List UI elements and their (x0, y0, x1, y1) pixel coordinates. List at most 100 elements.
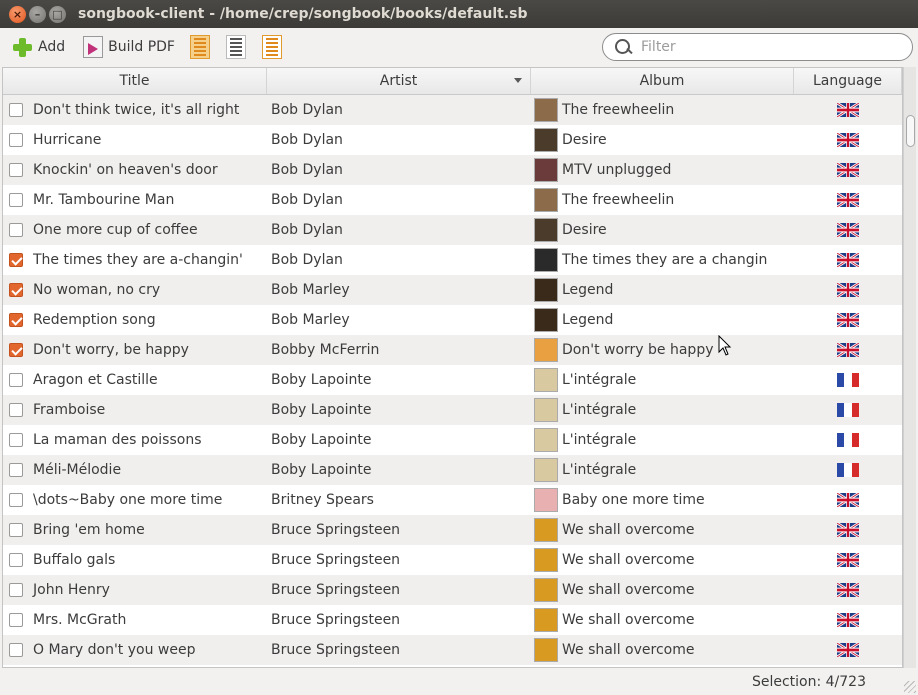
title-cell: One more cup of coffee (3, 215, 267, 245)
table-row[interactable]: Mrs. McGrath Bruce Springsteen We shall … (3, 605, 902, 635)
check-all-icon[interactable] (189, 35, 210, 59)
scrollbar-thumb[interactable] (906, 115, 915, 147)
artist-cell (267, 665, 531, 667)
album-name: L'intégrale (562, 372, 637, 388)
table-row[interactable]: John Henry Bruce Springsteen We shall ov… (3, 575, 902, 605)
table-row[interactable]: Mr. Tambourine Man Bob Dylan The freewhe… (3, 185, 902, 215)
language-cell (794, 155, 902, 185)
album-name: Legend (562, 282, 614, 298)
build-pdf-button[interactable]: Build PDF (78, 33, 180, 61)
language-cell (794, 395, 902, 425)
title-cell: No woman, no cry (3, 275, 267, 305)
table-row[interactable]: One more cup of coffee Bob Dylan Desire (3, 215, 902, 245)
flag-france-icon (837, 463, 859, 477)
table-row[interactable]: Framboise Boby Lapointe L'intégrale (3, 395, 902, 425)
row-checkbox[interactable] (9, 193, 23, 207)
table-row[interactable]: Hurricane Bob Dylan Desire (3, 125, 902, 155)
uncheck-icon[interactable] (261, 35, 282, 59)
row-checkbox[interactable] (9, 313, 23, 327)
album-name: Baby one more time (562, 492, 705, 508)
row-checkbox[interactable] (9, 253, 23, 267)
title-cell: Framboise (3, 395, 267, 425)
close-button[interactable]: × (9, 5, 26, 23)
album-name: We shall overcome (562, 552, 695, 568)
table-row[interactable]: No woman, no cry Bob Marley Legend (3, 275, 902, 305)
album-name: L'intégrale (562, 462, 637, 478)
table-row[interactable]: Bring 'em home Bruce Springsteen We shal… (3, 515, 902, 545)
row-checkbox[interactable] (9, 163, 23, 177)
table-row[interactable]: Aragon et Castille Boby Lapointe L'intég… (3, 365, 902, 395)
table-row[interactable]: The times they are a-changin' Bob Dylan … (3, 245, 902, 275)
table-body: Don't think twice, it's all right Bob Dy… (3, 95, 902, 667)
album-name: We shall overcome (562, 642, 695, 658)
album-cover-icon (534, 128, 558, 152)
search-box[interactable] (602, 33, 913, 61)
vertical-scrollbar[interactable] (903, 67, 916, 668)
table-row[interactable]: Don't think twice, it's all right Bob Dy… (3, 95, 902, 125)
album-cell: Legend (531, 305, 794, 335)
row-checkbox[interactable] (9, 613, 23, 627)
artist-cell: Bob Dylan (271, 192, 343, 208)
build-pdf-button-label: Build PDF (108, 39, 175, 55)
column-header-language[interactable]: Language (794, 68, 902, 94)
search-icon (613, 36, 635, 58)
song-title: Bring 'em home (33, 522, 145, 538)
table-row[interactable]: Redemption song Bob Marley Legend (3, 305, 902, 335)
row-checkbox[interactable] (9, 523, 23, 537)
title-cell: Buffalo gals (3, 545, 267, 575)
album-name: L'intégrale (562, 432, 637, 448)
flag-uk-icon (837, 583, 859, 597)
album-cover-icon (534, 188, 558, 212)
table-row[interactable]: Knockin' on heaven's door Bob Dylan MTV … (3, 155, 902, 185)
row-checkbox[interactable] (9, 493, 23, 507)
minimize-button[interactable]: – (29, 5, 46, 23)
flag-uk-icon (837, 523, 859, 537)
song-title: Mr. Tambourine Man (33, 192, 175, 208)
row-checkbox[interactable] (9, 373, 23, 387)
column-header-album[interactable]: Album (531, 68, 794, 94)
table-row[interactable]: Buffalo gals Bruce Springsteen We shall … (3, 545, 902, 575)
row-checkbox[interactable] (9, 553, 23, 567)
resize-grip-icon[interactable] (904, 681, 916, 693)
table-row[interactable]: La maman des poissons Boby Lapointe L'in… (3, 425, 902, 455)
flag-uk-icon (837, 283, 859, 297)
row-checkbox[interactable] (9, 283, 23, 297)
album-cover-icon (534, 488, 558, 512)
add-button[interactable]: Add (6, 33, 70, 61)
album-name: The freewheelin (562, 192, 675, 208)
artist-cell: Britney Spears (271, 492, 374, 508)
album-cell: We shall overcome (531, 515, 794, 545)
songs-table: Title Artist Album Language Don't think … (2, 67, 903, 668)
table-row[interactable]: Méli-Mélodie Boby Lapointe L'intégrale (3, 455, 902, 485)
title-cell (3, 665, 267, 667)
row-checkbox[interactable] (9, 223, 23, 237)
title-cell: Méli-Mélodie (3, 455, 267, 485)
table-row[interactable] (3, 665, 902, 667)
language-cell (794, 485, 902, 515)
row-checkbox[interactable] (9, 343, 23, 357)
album-cell: Desire (531, 215, 794, 245)
column-header-title[interactable]: Title (3, 68, 267, 94)
row-checkbox[interactable] (9, 403, 23, 417)
table-row[interactable]: O Mary don't you weep Bruce Springsteen … (3, 635, 902, 665)
album-cell: L'intégrale (531, 365, 794, 395)
maximize-button[interactable]: □ (49, 5, 66, 23)
artist-cell: Bruce Springsteen (271, 522, 401, 538)
song-title: Buffalo gals (33, 552, 116, 568)
search-input[interactable] (641, 39, 891, 55)
row-checkbox[interactable] (9, 133, 23, 147)
row-checkbox[interactable] (9, 463, 23, 477)
row-checkbox[interactable] (9, 103, 23, 117)
row-checkbox[interactable] (9, 583, 23, 597)
list-icon[interactable] (225, 35, 246, 59)
album-cover-icon (534, 518, 558, 542)
table-row[interactable]: \dots~Baby one more time Britney Spears … (3, 485, 902, 515)
album-name: Desire (562, 132, 607, 148)
row-checkbox[interactable] (9, 433, 23, 447)
artist-cell: Boby Lapointe (271, 402, 372, 418)
row-checkbox[interactable] (9, 643, 23, 657)
window-title: songbook-client - /home/crep/songbook/bo… (78, 6, 528, 22)
table-row[interactable]: Don't worry, be happy Bobby McFerrin Don… (3, 335, 902, 365)
column-header-artist[interactable]: Artist (267, 68, 531, 94)
album-cell: We shall overcome (531, 545, 794, 575)
